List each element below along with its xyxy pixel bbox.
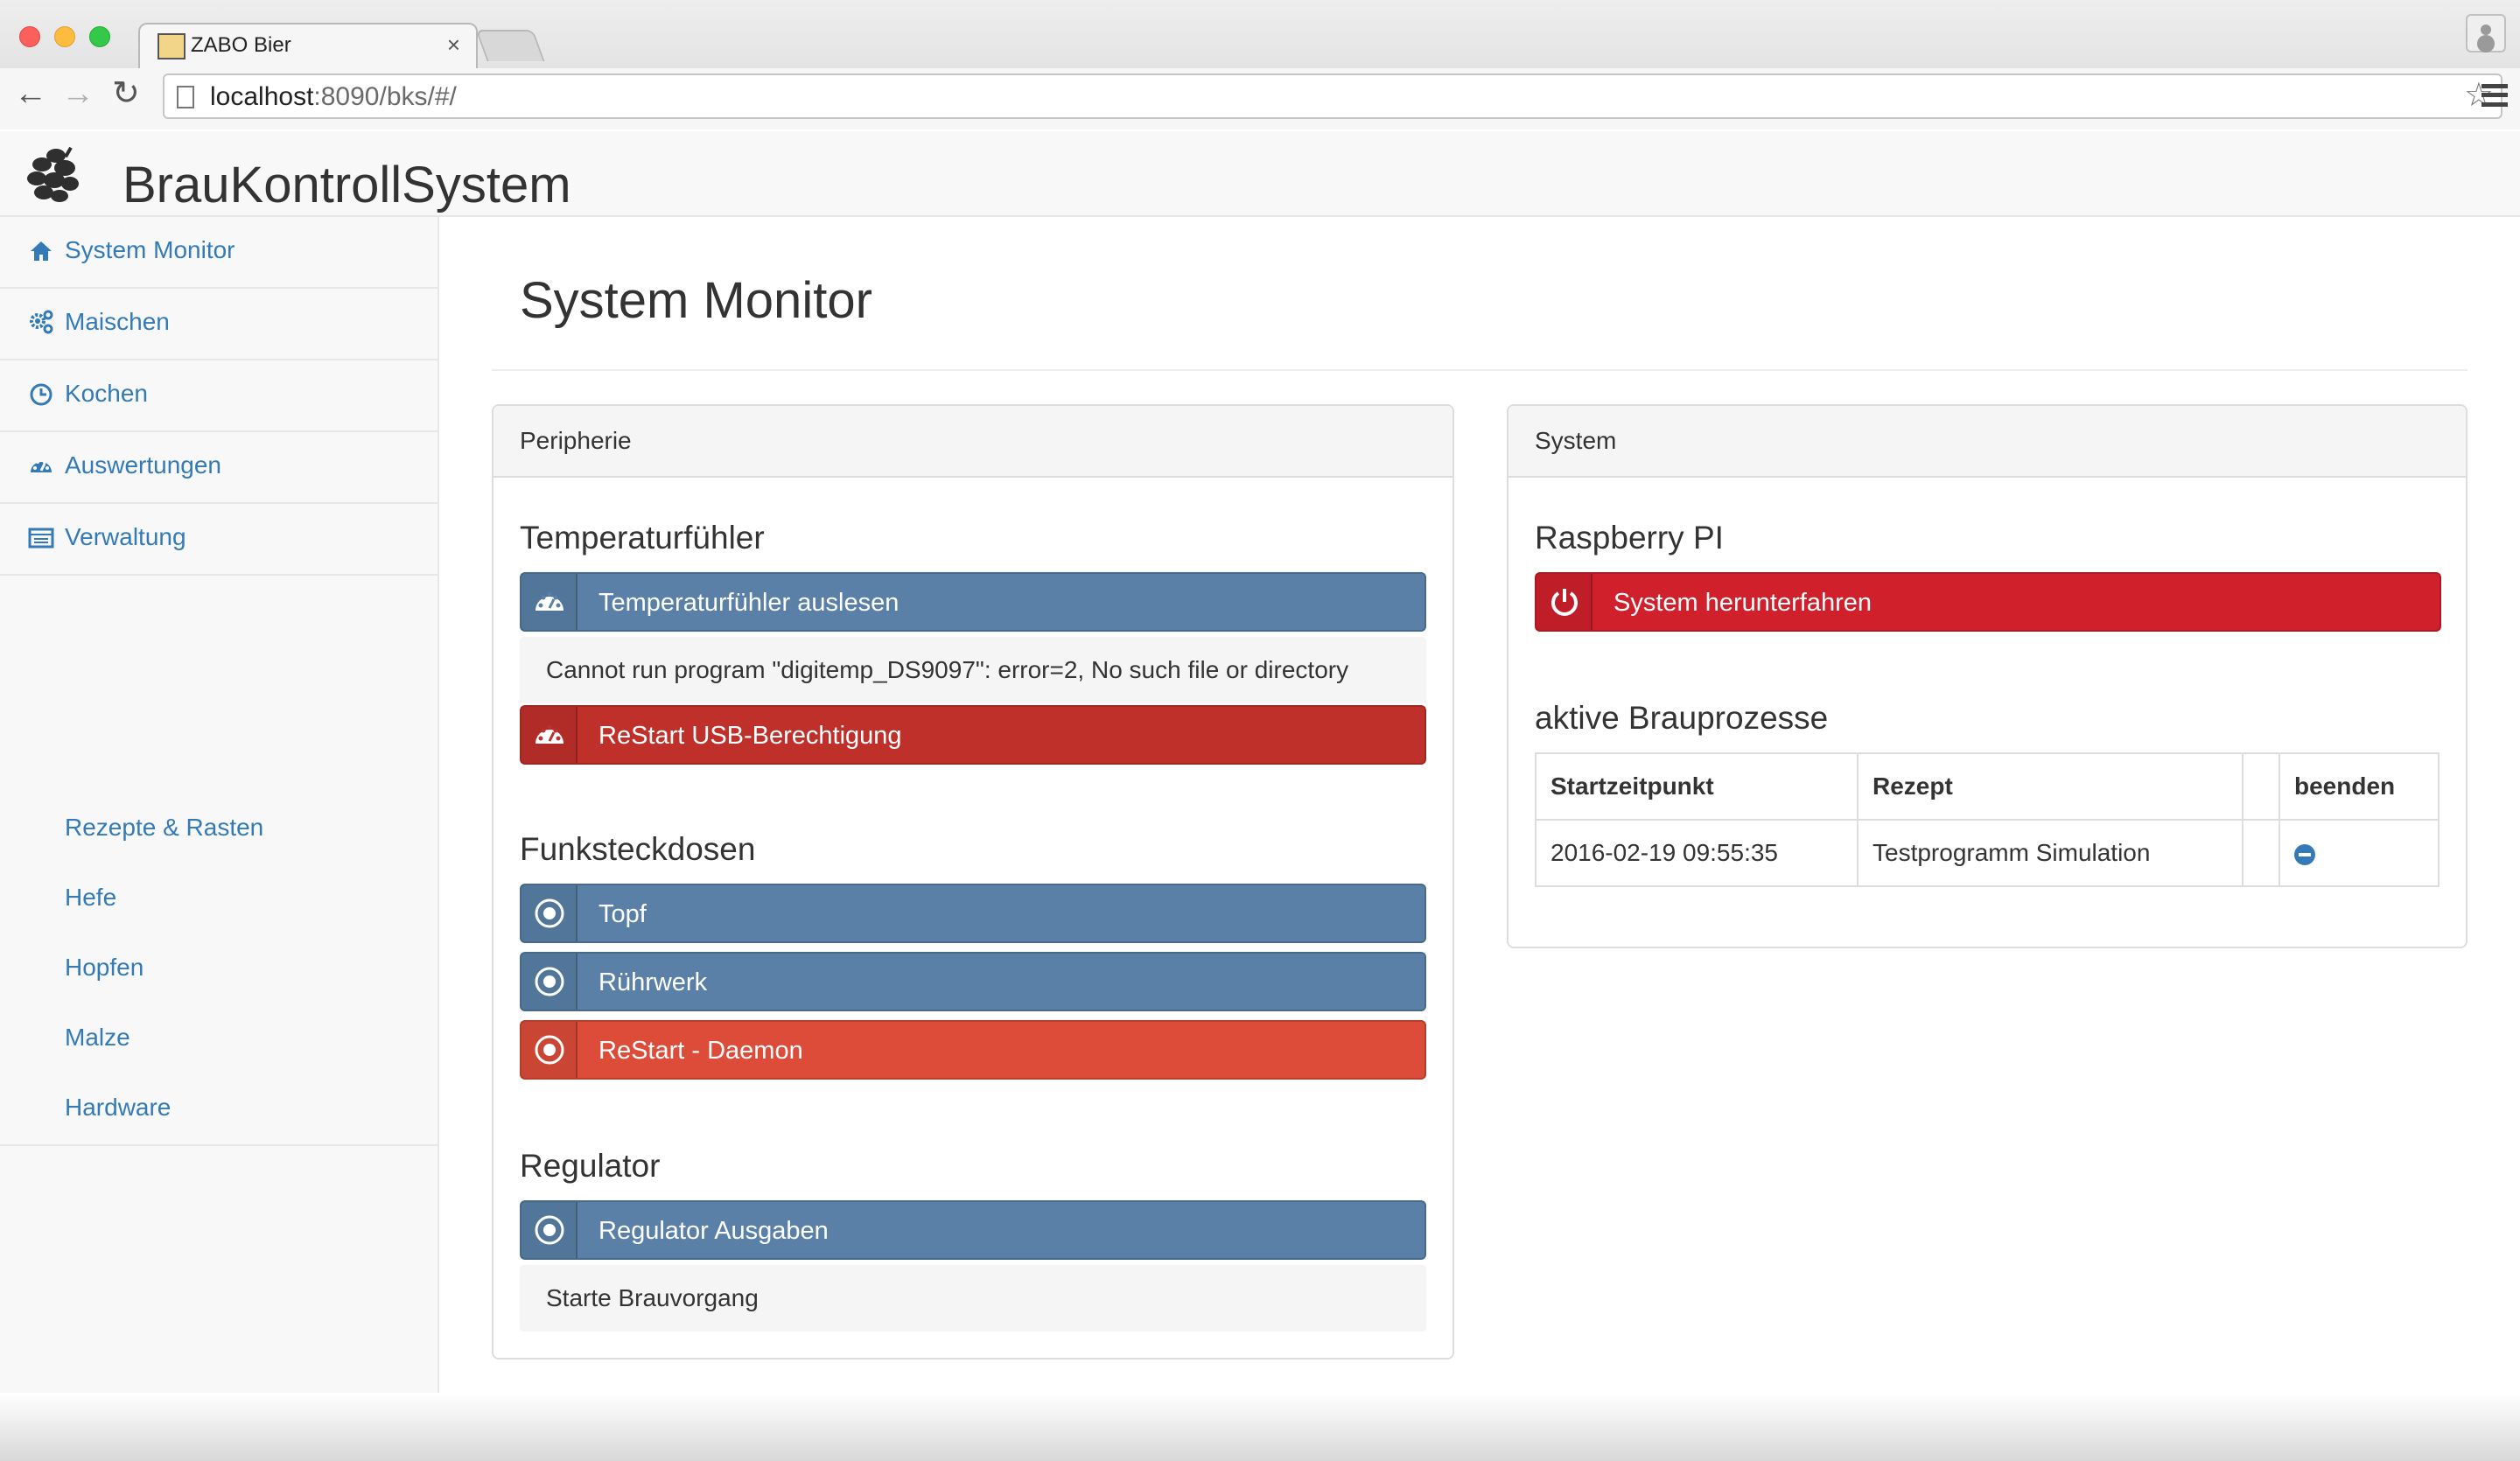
system-panel: System Raspberry PI System herunterfahre… (1507, 404, 2468, 948)
table-header-row: Startzeitpunkt Rezept beenden (1535, 752, 2440, 821)
panel-heading-label: Peripherie (520, 427, 632, 454)
temperature-section-title: Temperaturfühler (520, 520, 765, 556)
browser-menu-icon[interactable] (2482, 84, 2508, 107)
record-icon (522, 1022, 578, 1078)
page-title: System Monitor (520, 272, 872, 329)
window-bottom-edge (0, 1393, 2520, 1461)
cell-empty (2242, 819, 2280, 887)
button-label: Temperaturfühler auslesen (598, 589, 900, 617)
record-icon (522, 885, 578, 941)
sidebar-item-label: Auswertungen (65, 451, 222, 479)
column-header-start: Startzeitpunkt (1535, 752, 1858, 821)
cell-recipe: Testprogramm Simulation (1857, 819, 2244, 887)
regulator-message: Starte Brauvorgang (520, 1265, 1426, 1332)
browser-chrome: ZABO Bier × ← → ↻ localhost:8090/bks/#/ … (0, 0, 2520, 129)
button-label: ReStart USB-Berechtigung (598, 722, 902, 750)
record-icon (522, 1202, 578, 1258)
cell-start: 2016-02-19 09:55:35 (1535, 819, 1858, 887)
url-text[interactable]: localhost:8090/bks/#/ (210, 82, 457, 112)
sidebar-item-label: System Monitor (65, 236, 235, 263)
column-header-end: beenden (2278, 752, 2440, 821)
title-divider (492, 369, 2468, 371)
message-text: Starte Brauvorgang (546, 1284, 759, 1311)
new-tab-button[interactable] (475, 30, 545, 61)
panel-heading-label: System (1535, 427, 1617, 454)
hop-logo-icon[interactable] (23, 147, 84, 203)
forward-arrow-icon[interactable]: → (61, 77, 94, 110)
socket-topf-button[interactable]: Topf (520, 884, 1426, 943)
sidebar-item-maischen[interactable]: Maischen (0, 289, 438, 360)
button-label: ReStart - Daemon (598, 1037, 803, 1065)
button-label: Topf (598, 900, 647, 928)
dashboard-icon (522, 707, 578, 763)
panel-heading: System (1508, 406, 2466, 478)
panel-heading: Peripherie (494, 406, 1452, 478)
sockets-section-title: Funksteckdosen (520, 831, 756, 867)
read-sensors-button[interactable]: Temperaturfühler auslesen (520, 572, 1426, 632)
sensor-error-message: Cannot run program "digitemp_DS9097": er… (520, 637, 1426, 703)
peripherie-panel: Peripherie Temperaturfühler Temperaturfü… (492, 404, 1454, 1360)
record-icon (522, 954, 578, 1010)
sidebar-subitem-hardware[interactable]: Hardware (65, 1094, 171, 1122)
button-label: Rührwerk (598, 968, 708, 996)
reload-icon[interactable]: ↻ (112, 77, 140, 110)
zoom-window-button[interactable] (89, 26, 110, 47)
raspberry-section-title: Raspberry PI (1535, 520, 1724, 556)
sidebar: System Monitor Maischen Kochen Auswertun… (0, 217, 439, 1393)
close-window-button[interactable] (19, 26, 40, 47)
restart-daemon-button[interactable]: ReStart - Daemon (520, 1020, 1426, 1080)
back-arrow-icon[interactable]: ← (14, 77, 47, 110)
cell-end (2278, 819, 2440, 887)
shutdown-button[interactable]: System herunterfahren (1535, 572, 2441, 632)
message-text: Cannot run program "digitemp_DS9097": er… (546, 656, 1349, 683)
cogs-icon (30, 310, 53, 334)
regulator-section-title: Regulator (520, 1148, 661, 1184)
brand-title[interactable]: BrauKontrollSystem (122, 156, 571, 214)
minus-circle-icon[interactable] (2294, 843, 2315, 865)
column-header-recipe: Rezept (1857, 752, 2244, 821)
sidebar-item-label: Maischen (65, 308, 170, 335)
process-table: Startzeitpunkt Rezept beenden 2016-02-19… (1535, 752, 2440, 887)
sidebar-item-verwaltung[interactable]: Verwaltung (0, 504, 438, 576)
sidebar-subitem-malze[interactable]: Malze (65, 1024, 130, 1052)
home-icon (31, 241, 52, 261)
table-row: 2016-02-19 09:55:35 Testprogramm Simulat… (1535, 819, 2440, 887)
sidebar-item-system-monitor[interactable]: System Monitor (0, 217, 438, 289)
sidebar-submenu: Rezepte & Rasten Hefe Hopfen Malze Hardw… (0, 576, 438, 1146)
processes-section-title: aktive Brauprozesse (1535, 700, 1829, 736)
power-icon (1536, 574, 1592, 630)
restart-usb-button[interactable]: ReStart USB-Berechtigung (520, 705, 1426, 765)
tab-close-icon[interactable]: × (447, 31, 460, 59)
sidebar-subitem-hopfen[interactable]: Hopfen (65, 954, 144, 982)
browser-toolbar: ← → ↻ localhost:8090/bks/#/ ☆ (0, 68, 2520, 129)
sidebar-item-label: Kochen (65, 380, 148, 407)
profile-icon[interactable] (2466, 14, 2506, 52)
sidebar-subitem-hefe[interactable]: Hefe (65, 884, 116, 912)
sidebar-item-auswertungen[interactable]: Auswertungen (0, 432, 438, 504)
sidebar-item-kochen[interactable]: Kochen (0, 360, 438, 432)
browser-tab[interactable]: ZABO Bier × (138, 23, 478, 68)
list-icon (28, 528, 54, 549)
sidebar-subitem-rezepte[interactable]: Rezepte & Rasten (65, 814, 263, 842)
regulator-output-button[interactable]: Regulator Ausgaben (520, 1200, 1426, 1260)
dashboard-icon (31, 460, 52, 472)
app-header: BrauKontrollSystem (0, 131, 2520, 217)
tab-title: ZABO Bier (191, 33, 291, 57)
button-label: Regulator Ausgaben (598, 1217, 829, 1245)
socket-ruehrwerk-button[interactable]: Rührwerk (520, 952, 1426, 1011)
sidebar-item-label: Verwaltung (65, 523, 186, 550)
button-label: System herunterfahren (1614, 589, 1872, 617)
page-icon (177, 86, 194, 108)
clock-icon (30, 383, 52, 406)
favicon-icon (158, 33, 186, 59)
minimize-window-button[interactable] (54, 26, 75, 47)
address-bar[interactable]: localhost:8090/bks/#/ ☆ (163, 73, 2502, 119)
dashboard-icon (522, 574, 578, 630)
column-header-empty (2242, 752, 2280, 821)
